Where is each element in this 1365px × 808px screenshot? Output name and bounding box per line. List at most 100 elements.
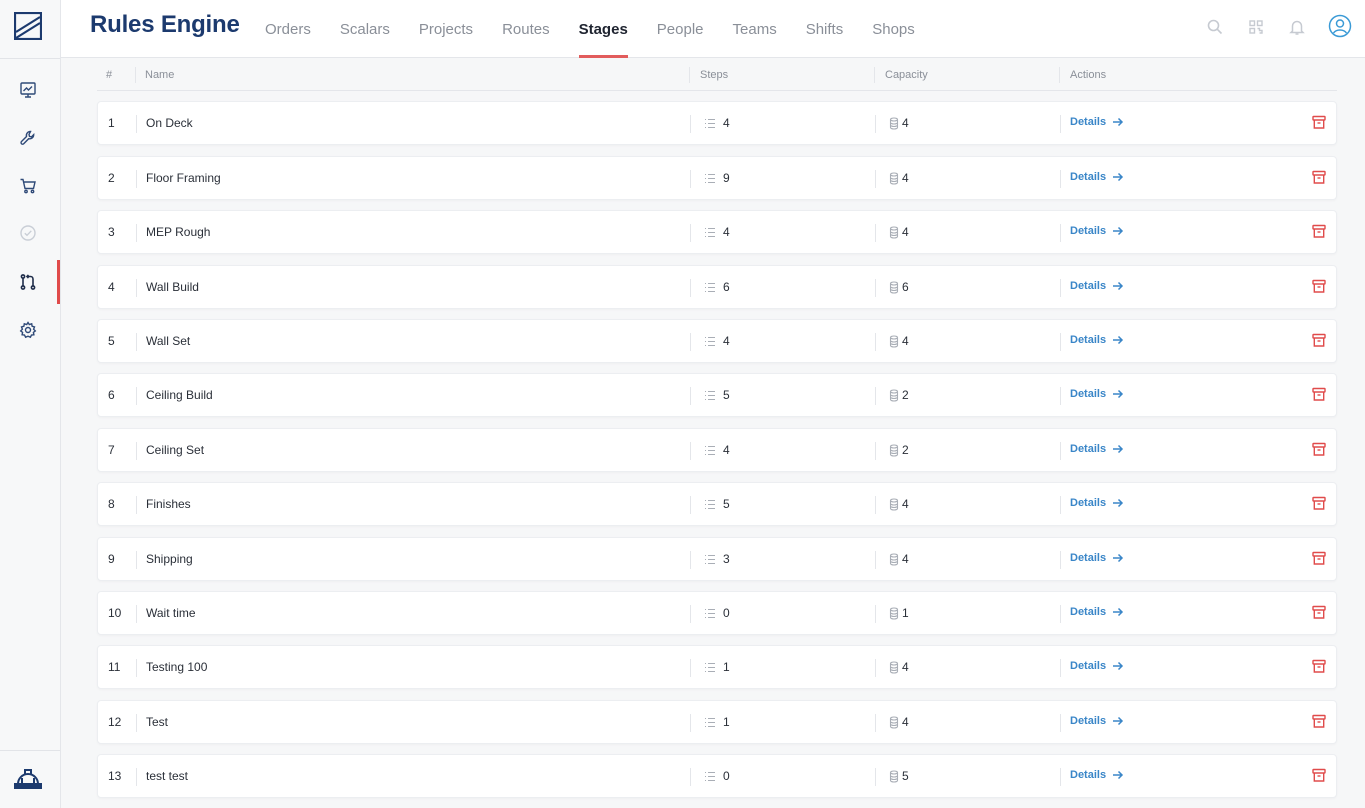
row-number: 8 — [108, 497, 115, 511]
sidebar-item-rules[interactable] — [0, 262, 56, 302]
arrow-right-icon — [1113, 117, 1124, 127]
sidebar — [0, 0, 61, 808]
list-icon — [705, 445, 715, 456]
details-label: Details — [1070, 660, 1107, 672]
wrench-icon — [20, 130, 35, 145]
steps-count: 9 — [723, 171, 730, 185]
cell-divider — [1060, 714, 1061, 732]
details-label: Details — [1070, 552, 1107, 564]
cell-divider — [690, 170, 691, 188]
archive-delete-icon[interactable] — [1312, 115, 1326, 130]
cell-divider — [136, 551, 137, 569]
tab-shifts[interactable]: Shifts — [806, 0, 844, 58]
archive-delete-icon[interactable] — [1312, 170, 1326, 185]
table-row: 1 On Deck 4 4 Details — [97, 101, 1337, 145]
details-label: Details — [1070, 116, 1107, 128]
details-label: Details — [1070, 280, 1107, 292]
archive-delete-icon[interactable] — [1312, 496, 1326, 511]
archive-delete-icon[interactable] — [1312, 551, 1326, 566]
details-link[interactable]: Details — [1070, 715, 1124, 727]
steps-count: 3 — [723, 552, 730, 566]
list-icon — [705, 771, 715, 782]
sidebar-item-cart[interactable] — [0, 166, 56, 206]
cell-divider — [136, 115, 137, 133]
bell-icon[interactable] — [1288, 18, 1306, 36]
app-logo[interactable] — [14, 12, 42, 40]
archive-delete-icon[interactable] — [1312, 387, 1326, 402]
cell-divider — [136, 224, 137, 242]
capacity-stack-icon — [889, 770, 899, 783]
details-label: Details — [1070, 715, 1107, 727]
cell-divider — [690, 714, 691, 732]
details-link[interactable]: Details — [1070, 388, 1124, 400]
search-icon[interactable] — [1206, 18, 1224, 36]
capacity-stack-icon — [889, 716, 899, 729]
capacity-stack-icon — [889, 498, 899, 511]
cell-divider — [690, 605, 691, 623]
tab-teams[interactable]: Teams — [733, 0, 777, 58]
details-link[interactable]: Details — [1070, 280, 1124, 292]
details-link[interactable]: Details — [1070, 497, 1124, 509]
user-avatar-icon[interactable] — [1328, 14, 1352, 38]
cell-divider — [690, 333, 691, 351]
stage-name: Ceiling Set — [146, 443, 205, 457]
tab-orders[interactable]: Orders — [265, 0, 311, 58]
details-link[interactable]: Details — [1070, 334, 1124, 346]
capacity-value: 4 — [902, 715, 909, 729]
details-link[interactable]: Details — [1070, 443, 1124, 455]
details-link[interactable]: Details — [1070, 606, 1124, 618]
hard-hat-icon[interactable] — [13, 766, 43, 792]
table-row: 11 Testing 100 1 4 Details — [97, 645, 1337, 689]
arrow-right-icon — [1113, 716, 1124, 726]
arrow-right-icon — [1113, 172, 1124, 182]
archive-delete-icon[interactable] — [1312, 333, 1326, 348]
archive-delete-icon[interactable] — [1312, 659, 1326, 674]
arrow-right-icon — [1113, 553, 1124, 563]
row-number: 11 — [108, 660, 121, 674]
arrow-right-icon — [1113, 607, 1124, 617]
tab-people[interactable]: People — [657, 0, 704, 58]
details-link[interactable]: Details — [1070, 660, 1124, 672]
nav-tabs: Orders Scalars Projects Routes Stages Pe… — [265, 0, 944, 58]
column-header-number: # — [106, 69, 113, 81]
archive-delete-icon[interactable] — [1312, 605, 1326, 620]
archive-delete-icon[interactable] — [1312, 442, 1326, 457]
tab-projects[interactable]: Projects — [419, 0, 473, 58]
details-label: Details — [1070, 769, 1107, 781]
list-icon — [705, 554, 715, 565]
tab-routes[interactable]: Routes — [502, 0, 550, 58]
list-icon — [705, 118, 715, 129]
steps-count: 5 — [723, 497, 730, 511]
capacity-stack-icon — [889, 281, 899, 294]
sidebar-item-settings[interactable] — [0, 310, 56, 350]
capacity-stack-icon — [889, 607, 899, 620]
cell-divider — [136, 279, 137, 297]
tab-shops[interactable]: Shops — [872, 0, 915, 58]
details-link[interactable]: Details — [1070, 552, 1124, 564]
sidebar-divider — [0, 58, 60, 59]
cell-divider — [690, 496, 691, 514]
cell-divider — [690, 387, 691, 405]
archive-delete-icon[interactable] — [1312, 224, 1326, 239]
gear-icon — [19, 321, 37, 339]
sidebar-item-approvals[interactable] — [0, 213, 56, 253]
archive-delete-icon[interactable] — [1312, 714, 1326, 729]
qr-code-icon[interactable] — [1247, 18, 1265, 36]
archive-delete-icon[interactable] — [1312, 768, 1326, 783]
details-link[interactable]: Details — [1070, 171, 1124, 183]
details-link[interactable]: Details — [1070, 116, 1124, 128]
sidebar-item-tools[interactable] — [0, 118, 56, 158]
cell-divider — [1060, 170, 1061, 188]
details-label: Details — [1070, 225, 1107, 237]
details-link[interactable]: Details — [1070, 225, 1124, 237]
steps-count: 0 — [723, 769, 730, 783]
sidebar-item-dashboard[interactable] — [0, 70, 56, 110]
tab-stages[interactable]: Stages — [578, 0, 629, 58]
cell-divider — [136, 442, 137, 460]
details-link[interactable]: Details — [1070, 769, 1124, 781]
tab-scalars[interactable]: Scalars — [340, 0, 390, 58]
archive-delete-icon[interactable] — [1312, 279, 1326, 294]
table-row: 2 Floor Framing 9 4 Details — [97, 156, 1337, 200]
capacity-stack-icon — [889, 444, 899, 457]
stage-name: Test — [146, 715, 169, 729]
